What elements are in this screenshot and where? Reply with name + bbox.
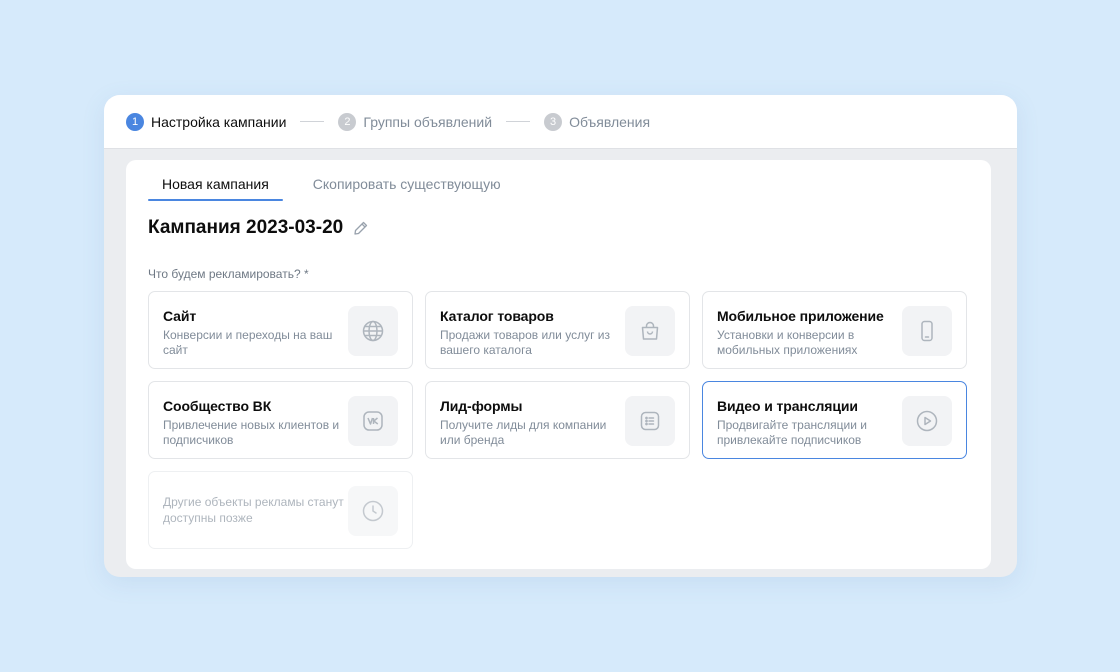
card-description: Конверсии и переходы на ваш сайт [163,328,333,357]
step-number: 1 [126,112,144,131]
smartphone-icon [902,306,952,356]
card-title: Мобильное приложение [717,308,884,324]
step-campaign-settings[interactable]: 1 Настройка кампании [126,112,287,131]
card-description: Получите лиды для компании или бренда [440,418,607,447]
objective-card-lead-forms[interactable]: Лид-формы Получите лиды для компании или… [425,381,690,459]
objective-card-mobile-app[interactable]: Мобильное приложение Установки и конверс… [702,291,967,369]
play-circle-icon [902,396,952,446]
shopping-bag-icon [625,306,675,356]
card-description: Установки и конверсии в мобильных прилож… [717,328,858,357]
tab-copy-existing[interactable]: Скопировать существующую [299,160,515,201]
card-description: Продажи товаров или услуг из вашего ката… [440,328,610,357]
step-separator [506,121,531,122]
objective-card-coming-soon: Другие объекты рекламы станут доступны п… [148,471,413,549]
step-ads[interactable]: 3 Объявления [544,112,651,131]
page-background: 1 Настройка кампании 2 Группы объявлений… [0,0,1120,672]
step-label: Группы объявлений [363,113,493,130]
card-title: Каталог товаров [440,308,554,324]
clock-icon [348,486,398,536]
card-title: Сайт [163,308,197,324]
step-ad-groups[interactable]: 2 Группы объявлений [338,112,493,131]
form-list-icon [625,396,675,446]
campaign-panel: Новая кампания Скопировать существующую … [126,160,991,569]
tab-new-campaign[interactable]: Новая кампания [148,160,283,201]
step-label: Настройка кампании [151,113,287,130]
step-separator [300,121,325,122]
step-number: 2 [338,112,357,131]
objective-card-video[interactable]: Видео и трансляции Продвигайте трансляци… [702,381,967,459]
step-label: Объявления [569,113,651,130]
objective-card-catalog[interactable]: Каталог товаров Продажи товаров или услу… [425,291,690,369]
step-number: 3 [544,112,563,131]
card-title: Лид-формы [440,398,523,414]
pencil-icon[interactable] [353,220,369,236]
objective-question: Что будем рекламировать? * [148,267,309,281]
card-description: Продвигайте трансляции и привлекайте под… [717,418,867,447]
campaign-window: 1 Настройка кампании 2 Группы объявлений… [104,95,1017,577]
vk-logo-icon [348,396,398,446]
card-title: Сообщество ВК [163,398,272,414]
campaign-title[interactable]: Кампания 2023-03-20 [148,217,343,239]
campaign-tabs: Новая кампания Скопировать существующую [148,160,531,201]
card-description: Другие объекты рекламы станут доступны п… [163,495,344,525]
objective-card-site[interactable]: Сайт Конверсии и переходы на ваш сайт [148,291,413,369]
objective-card-vk-community[interactable]: Сообщество ВК Привлечение новых клиентов… [148,381,413,459]
campaign-title-row: Кампания 2023-03-20 [148,217,369,239]
globe-icon [348,306,398,356]
card-description: Привлечение новых клиентов и подписчиков [163,418,340,447]
stepper: 1 Настройка кампании 2 Группы объявлений… [104,95,1017,149]
card-title: Видео и трансляции [717,398,858,414]
